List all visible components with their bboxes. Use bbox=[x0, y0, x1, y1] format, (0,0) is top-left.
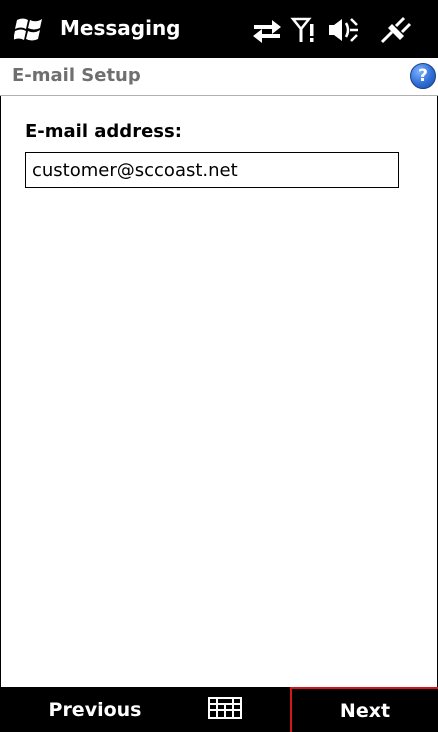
signal-icon[interactable] bbox=[290, 16, 320, 44]
windows-start-icon[interactable] bbox=[14, 15, 46, 45]
section-header: E-mail Setup ? bbox=[0, 58, 438, 96]
help-icon[interactable]: ? bbox=[410, 63, 436, 89]
previous-button[interactable]: Previous bbox=[0, 687, 190, 732]
softkey-bar: Previous Next bbox=[0, 687, 438, 732]
email-address-label: E-mail address: bbox=[25, 121, 182, 142]
next-button[interactable]: Next bbox=[290, 687, 438, 732]
sync-icon[interactable] bbox=[250, 16, 284, 44]
title-bar: Messaging bbox=[0, 0, 438, 58]
help-label: ? bbox=[418, 66, 428, 86]
next-label: Next bbox=[339, 699, 391, 722]
app-title: Messaging bbox=[60, 16, 181, 40]
setup-form: E-mail address: bbox=[0, 96, 438, 687]
previous-label: Previous bbox=[48, 698, 142, 721]
section-title: E-mail Setup bbox=[12, 65, 141, 86]
keyboard-icon[interactable] bbox=[208, 697, 242, 719]
power-icon[interactable] bbox=[376, 16, 412, 44]
email-address-input[interactable] bbox=[25, 152, 399, 188]
volume-icon[interactable] bbox=[326, 16, 360, 44]
